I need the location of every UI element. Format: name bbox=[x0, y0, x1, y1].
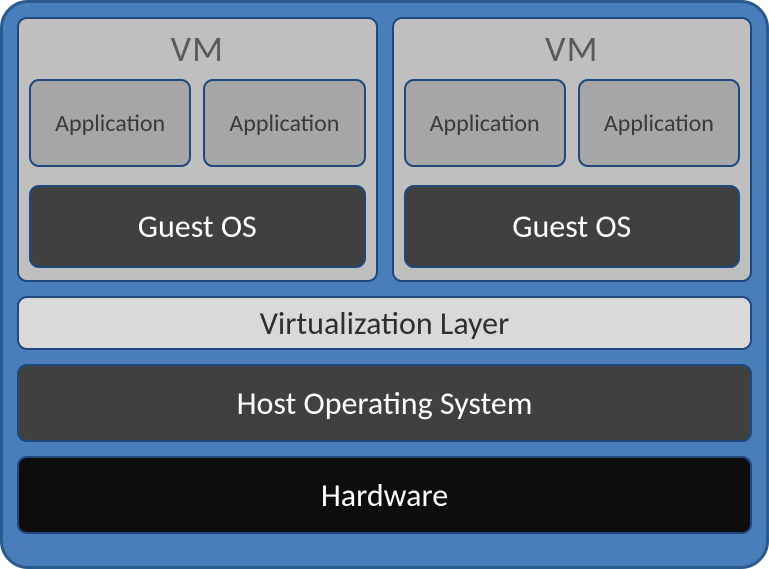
guest-os-box: Guest OS bbox=[29, 185, 366, 268]
application-box: Application bbox=[404, 79, 566, 167]
virtualization-diagram: VM Application Application Guest OS VM A… bbox=[0, 0, 769, 569]
host-os-layer: Host Operating System bbox=[17, 364, 752, 442]
vm-box-2: VM Application Application Guest OS bbox=[392, 17, 753, 282]
app-row: Application Application bbox=[404, 79, 741, 167]
virtualization-layer: Virtualization Layer bbox=[17, 296, 752, 350]
application-box: Application bbox=[29, 79, 191, 167]
app-row: Application Application bbox=[29, 79, 366, 167]
vm-box-1: VM Application Application Guest OS bbox=[17, 17, 378, 282]
vm-title: VM bbox=[404, 27, 741, 71]
guest-os-box: Guest OS bbox=[404, 185, 741, 268]
vm-row: VM Application Application Guest OS VM A… bbox=[17, 17, 752, 282]
hardware-layer: Hardware bbox=[17, 456, 752, 534]
vm-title: VM bbox=[29, 27, 366, 71]
application-box: Application bbox=[203, 79, 365, 167]
application-box: Application bbox=[578, 79, 740, 167]
